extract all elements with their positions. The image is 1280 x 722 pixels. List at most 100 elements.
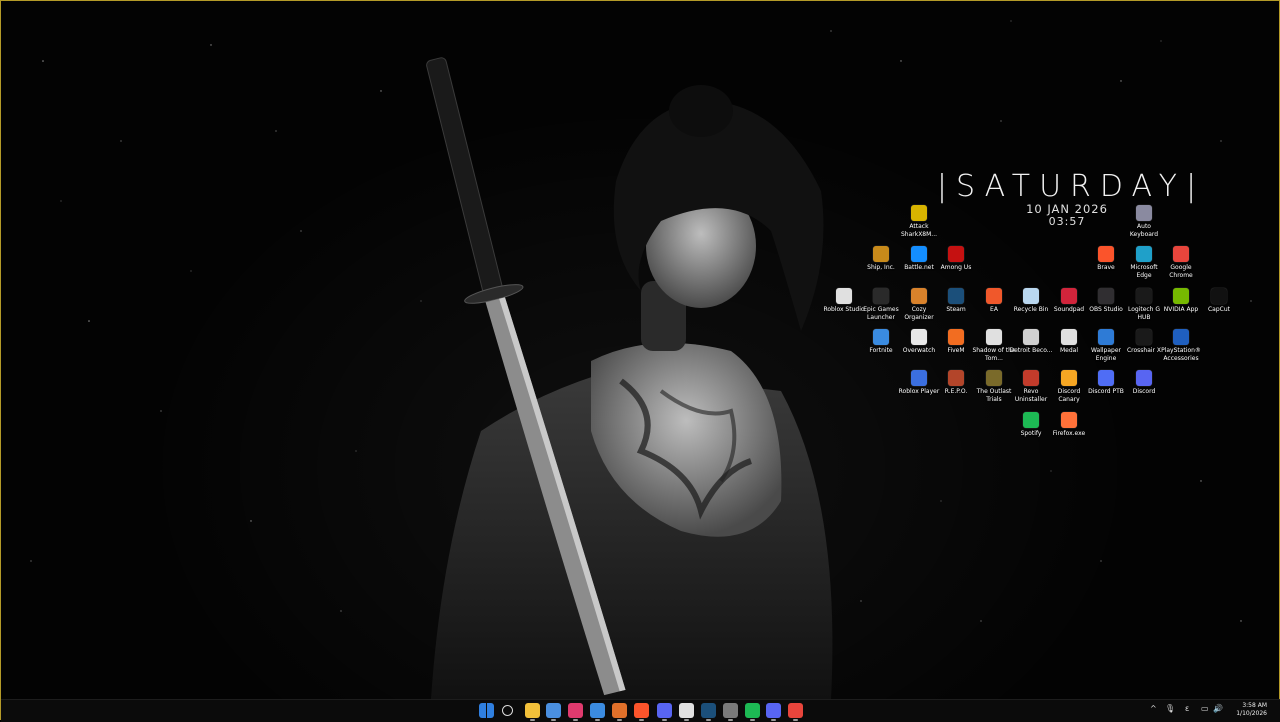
weekday-text: |SATURDAY| [936, 169, 1206, 204]
overwatch-icon [911, 329, 927, 345]
ship-inc-icon [873, 246, 889, 262]
medal-icon [1061, 329, 1077, 345]
desktop-shortcut[interactable]: Cozy Organizer [900, 288, 938, 321]
desktop-shortcut[interactable]: Discord Canary [1050, 370, 1088, 403]
desktop-shortcut-label: Google Chrome [1169, 264, 1193, 279]
chrome-icon [1173, 246, 1189, 262]
desktop-shortcut[interactable]: FiveM [937, 329, 975, 355]
desktop-shortcut[interactable]: Discord PTB [1087, 370, 1125, 396]
taskbar-clock-app-icon[interactable] [590, 703, 605, 721]
taskbar-discord-icon[interactable] [657, 703, 672, 721]
playstation-icon [1173, 329, 1189, 345]
taskbar-clock-date[interactable]: 1/10/2026 [1227, 710, 1267, 717]
desktop-shortcut[interactable]: The Outlast Trials [975, 370, 1013, 403]
desktop-shortcut[interactable]: Ship, Inc. [862, 246, 900, 272]
obs-icon [1098, 288, 1114, 304]
soundpad-icon [1061, 288, 1077, 304]
desktop-shortcut[interactable]: Soundpad [1050, 288, 1088, 314]
ea-icon [986, 288, 1002, 304]
logitech-icon [1136, 288, 1152, 304]
taskbar-tiktok-icon[interactable] [568, 703, 583, 721]
microphone-icon[interactable]: 🎙 [1165, 704, 1175, 713]
revo-icon [1023, 370, 1039, 386]
taskbar-a-app-icon[interactable] [612, 703, 627, 721]
taskbar-task-view-icon[interactable] [546, 703, 561, 721]
desktop-shortcut[interactable]: Attack SharkX8M... [900, 205, 938, 238]
wallpaper-engine-icon [1098, 329, 1114, 345]
desktop-shortcut[interactable]: Wallpaper Engine [1087, 329, 1125, 362]
attack-shark-icon [911, 205, 927, 221]
desktop-shortcut[interactable]: Overwatch [900, 329, 938, 355]
desktop-shortcut[interactable]: Crosshair X [1125, 329, 1163, 355]
desktop-shortcut-label: Attack SharkX8M... [900, 223, 938, 238]
taskbar-spotify-icon[interactable] [745, 703, 760, 721]
taskbar-settings-icon[interactable] [723, 703, 738, 721]
desktop-shortcut[interactable]: Spotify [1012, 412, 1050, 438]
taskbar-steam-icon[interactable] [701, 703, 716, 721]
desktop-shortcut[interactable]: Medal [1050, 329, 1088, 355]
desktop-shortcut[interactable]: Roblox Studio [823, 288, 865, 314]
desktop-shortcut[interactable]: EA [975, 288, 1013, 314]
edge-icon [1136, 246, 1152, 262]
desktop-shortcut[interactable]: Roblox Player [899, 370, 939, 396]
desktop-shortcut[interactable]: Battle.net [900, 246, 938, 272]
roblox-studio-icon [836, 288, 852, 304]
discord-ptb-icon [1098, 370, 1114, 386]
taskbar: ^ 🎙 ε ▭ 🔊 3:58 AM 1/10/2026 [1, 699, 1280, 722]
taskbar-game-app-icon[interactable] [679, 703, 694, 721]
desktop-shortcut[interactable]: CapCut [1200, 288, 1238, 314]
taskbar-windows-start-icon[interactable] [479, 703, 494, 718]
desktop-shortcut[interactable]: Detroit Beco... [1010, 329, 1053, 355]
desktop-shortcut[interactable]: Logitech G HUB [1125, 288, 1163, 321]
desktop-shortcut-label: CapCut [1207, 306, 1231, 313]
crosshair-x-icon [1136, 329, 1152, 345]
desktop-shortcut[interactable]: Google Chrome [1162, 246, 1200, 279]
discord-icon [1136, 370, 1152, 386]
desktop-shortcut-label: Auto Keyboard [1129, 223, 1159, 238]
discord-canary-icon [1061, 370, 1077, 386]
capcut-icon [1211, 288, 1227, 304]
desktop-shortcut-label: PlayStation® Accessories [1161, 347, 1201, 362]
taskbar-discord-canary-icon[interactable] [766, 703, 781, 721]
desktop-shortcut-label: Firefox.exe [1052, 430, 1086, 437]
desktop-shortcut[interactable]: Microsoft Edge [1125, 246, 1163, 279]
fivem-icon [948, 329, 964, 345]
desktop-shortcut[interactable]: Recycle Bin [1012, 288, 1050, 314]
firefox-icon [1061, 412, 1077, 428]
taskbar-chrome-icon[interactable] [788, 703, 803, 721]
desktop-shortcut[interactable]: R.E.P.O. [937, 370, 975, 396]
desktop-shortcut[interactable]: Steam [937, 288, 975, 314]
desktop-shortcut[interactable]: Fortnite [862, 329, 900, 355]
desktop-shortcut[interactable]: Firefox.exe [1050, 412, 1088, 438]
nvidia-icon [1173, 288, 1189, 304]
taskbar-search-icon[interactable] [502, 705, 513, 716]
keyboard-icon [1136, 205, 1152, 221]
desktop-shortcut[interactable]: Revo Uninstaller [1012, 370, 1050, 403]
desktop-shortcut[interactable]: Discord [1125, 370, 1163, 396]
taskbar-clock-time[interactable]: 3:58 AM [1227, 702, 1267, 709]
volume-icon[interactable]: 🔊 [1213, 704, 1223, 713]
battlenet-icon [911, 246, 927, 262]
desktop-shortcut[interactable]: OBS Studio [1087, 288, 1125, 314]
tray-chevron-icon[interactable]: ^ [1150, 704, 1157, 713]
cozy-organizer-icon [911, 288, 927, 304]
taskbar-file-explorer-icon[interactable] [525, 703, 540, 721]
desktop-shortcut[interactable]: NVIDIA App [1162, 288, 1200, 314]
taskbar-brave-icon[interactable] [634, 703, 649, 721]
desktop-shortcut[interactable]: Shadow of the Tom... [972, 329, 1016, 362]
desktop-shortcut[interactable]: Epic Games Launcher [862, 288, 900, 321]
desktop-shortcut[interactable]: Auto Keyboard [1125, 205, 1163, 238]
desktop[interactable]: |SATURDAY| 10 JAN 2026 03:57 Attack Shar… [0, 0, 1280, 722]
date-text: 10 JAN 2026 [1026, 202, 1108, 216]
network-icon[interactable]: ▭ [1201, 704, 1209, 713]
samurai-girl-wallpaper [426, 57, 833, 699]
desktop-shortcut[interactable]: Brave [1087, 246, 1125, 272]
desktop-shortcut-label: Among Us [940, 264, 972, 271]
roblox-player-icon [911, 370, 927, 386]
desktop-shortcut[interactable]: Among Us [937, 246, 975, 272]
time-text: 03:57 [1048, 215, 1086, 228]
desktop-shortcut[interactable]: PlayStation® Accessories [1161, 329, 1201, 362]
language-icon[interactable]: ε [1185, 704, 1189, 713]
repo-icon [948, 370, 964, 386]
spotify-icon [1023, 412, 1039, 428]
